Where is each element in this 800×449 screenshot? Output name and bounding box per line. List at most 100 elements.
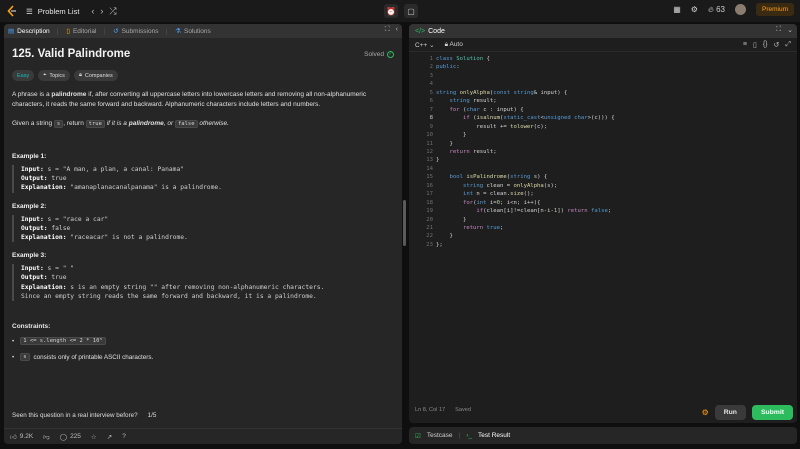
tab-editorial[interactable]: ▯ Editorial | [66, 27, 105, 36]
tab-solutions[interactable]: ⚗ Solutions [175, 27, 211, 36]
help-icon[interactable]: ? [122, 433, 126, 440]
language-select[interactable]: C++ ⌄ [415, 41, 435, 49]
bug-icon[interactable]: ⚙ [702, 408, 709, 417]
tab-test-result[interactable]: Test Result [478, 432, 510, 439]
reset-icon[interactable]: ↺ [774, 41, 780, 49]
settings-icon[interactable]: ⚙ [691, 5, 698, 14]
tab-submissions[interactable]: ↺ Submissions | [113, 27, 167, 36]
notes-icon[interactable]: ▢ [404, 4, 418, 18]
line-number: 13 [426, 157, 433, 164]
code-line[interactable]: result += tolower(c); [436, 124, 547, 130]
code-line[interactable]: for(int i=0; i<n; i++){ [436, 200, 541, 206]
code-title: Code [428, 27, 445, 35]
code-line[interactable]: }; [436, 242, 443, 248]
solved-status: Solved ✓ [364, 50, 394, 58]
bookmark-icon[interactable]: ▯ [753, 41, 757, 49]
description-paragraph: A phrase is a palindrome if, after conve… [12, 91, 367, 108]
star-icon[interactable]: ☆ [91, 433, 97, 441]
code-line[interactable]: class Solution { [436, 56, 490, 62]
code-line[interactable]: bool isPalindrome(string s) { [436, 174, 547, 180]
difficulty-badge[interactable]: Easy [12, 70, 35, 81]
code-line[interactable]: if (isalnum(static_cast<unsigned char>(c… [436, 115, 615, 121]
topics-button[interactable]: ⌖ Topics [38, 70, 70, 81]
streak-icon[interactable]: 🔥︎ 63 [708, 5, 725, 15]
braces-icon[interactable]: {} [763, 41, 768, 49]
code-editor[interactable]: 1 class Solution {2 public: 3 4 5 string onlyA… [409, 56, 797, 396]
line-number: 21 [426, 225, 433, 231]
constraints-list: 1 <= s.length <= 2 * 10⁵ sconsists only … [12, 337, 394, 362]
prev-problem-icon[interactable]: ‹ [91, 6, 94, 16]
maximize-icon[interactable]: ⛶ [776, 26, 781, 34]
tab-testcase[interactable]: Testcase [427, 432, 453, 439]
timer-icon[interactable]: ⏰ [384, 4, 398, 18]
code-line[interactable]: return result; [436, 149, 496, 155]
line-number: 18 [426, 199, 433, 206]
menu-icon[interactable]: ≡ [743, 41, 747, 49]
check-circle-icon: ✓ [387, 50, 394, 58]
code-line[interactable]: return true; [436, 225, 503, 231]
code-line[interactable]: if(clean[i]!=clean[n-i-1]) return false; [436, 208, 611, 214]
avatar[interactable] [734, 4, 746, 15]
code-line[interactable]: } [436, 217, 466, 223]
line-number: 22 [426, 233, 433, 240]
description-footer: 👍︎ 9.2K 👎︎ ◯ 225 ☆ ↗ ? [4, 428, 402, 444]
comments-button[interactable]: ◯ 225 [60, 433, 81, 441]
collapse-icon[interactable]: ⌄ [787, 26, 793, 34]
line-number: 2 [429, 64, 433, 71]
code-line[interactable]: } [436, 132, 466, 138]
tab-description[interactable]: ▤ Description | [8, 27, 58, 36]
left-tabs: ▤ Description | ▯ Editorial | ↺ Submissions | … [4, 24, 402, 38]
code-line[interactable]: } [436, 157, 439, 163]
submit-button[interactable]: Submit [751, 405, 793, 420]
like-button[interactable]: 👍︎ 9.2K [10, 433, 33, 441]
line-number: 11 [426, 140, 433, 147]
maximize-icon[interactable]: ⛶ [385, 26, 390, 34]
code-line[interactable]: string onlyAlpha(const string& input) { [436, 90, 567, 96]
share-icon[interactable]: ↗ [107, 433, 112, 441]
line-number: 6 [429, 98, 433, 105]
line-number: 7 [429, 106, 433, 113]
problem-list-button[interactable]: ☰ Problem List [26, 7, 79, 16]
streak-count: 63 [716, 4, 725, 14]
example-block: Input: s = "race a car" Output: false Ex… [12, 214, 394, 243]
line-number: 23 [426, 241, 433, 248]
premium-button[interactable]: Premium [755, 3, 794, 16]
run-bar: ⚙ Run Submit [702, 405, 793, 420]
terminal-icon: ›_ [466, 432, 472, 439]
line-number: 15 [426, 174, 433, 181]
code-line[interactable]: for (char c : input) { [436, 107, 523, 113]
next-problem-icon[interactable]: › [100, 6, 103, 16]
example-block: Input: s = " " Output: true Explanation:… [12, 264, 394, 302]
comment-icon: ◯ [59, 433, 68, 441]
auto-mode[interactable]: 🔒︎ Auto [445, 41, 463, 49]
leetcode-logo-icon[interactable] [6, 5, 18, 17]
editor-status: Ln 8, Col 17 Saved [415, 407, 472, 413]
code-line[interactable]: string clean = onlyAlpha(s); [436, 183, 557, 189]
panel-resize-handle[interactable] [403, 200, 406, 246]
shuffle-icon[interactable]: ⤮ [109, 6, 116, 17]
code-line[interactable]: string result; [436, 98, 496, 104]
code-line[interactable]: } [436, 141, 452, 147]
run-button[interactable]: Run [714, 405, 746, 420]
list-icon: ☰ [26, 6, 33, 16]
code-line[interactable]: } [436, 233, 452, 239]
line-number: 19 [426, 208, 433, 215]
example-title: Example 1: [12, 153, 47, 160]
code-header: </> Code ⛶ ⌄ [409, 24, 797, 38]
line-number: 17 [426, 191, 433, 198]
tag-icon: ⌖ [43, 72, 47, 78]
collapse-icon[interactable]: ‹ [396, 26, 398, 34]
example-block: Input: s = "A man, a plan, a canal: Pana… [12, 165, 394, 193]
layout-icon[interactable]: ▦ [673, 5, 681, 14]
thumbs-down-icon[interactable]: 👎︎ [43, 433, 50, 441]
list-item: sconsists only of printable ASCII charac… [12, 353, 394, 362]
line-number: 1 [429, 56, 433, 62]
code-line[interactable]: public: [436, 64, 460, 70]
code-panel: </> Code ⛶ ⌄ C++ ⌄ 🔒︎ Auto ≡ ▯ {} ↺ ⤢ 1c… [409, 24, 797, 423]
line-number: 14 [426, 165, 433, 172]
top-bar: ☰ Problem List ‹ › ⤮ ⏰ ▢ ▦ ⚙ 🔥︎ 63 Premi… [0, 0, 800, 22]
flask-icon: ⚗ [175, 28, 181, 35]
companies-button[interactable]: 🔒︎ Companies [73, 70, 118, 81]
code-line[interactable]: int n = clean.size(); [436, 191, 534, 197]
fullscreen-icon[interactable]: ⤢ [785, 41, 791, 49]
